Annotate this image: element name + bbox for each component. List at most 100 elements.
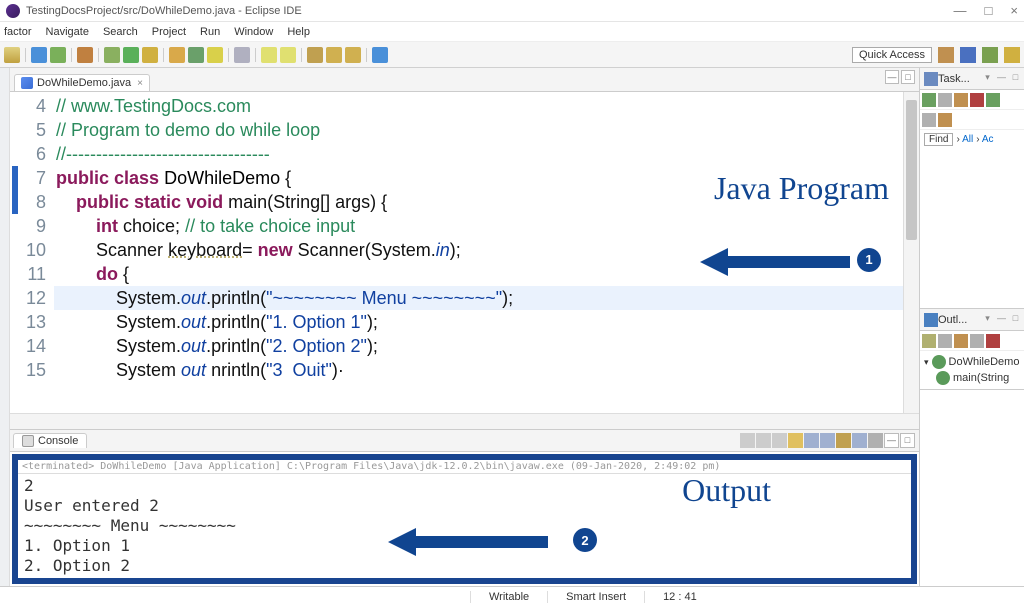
outline-toolbar: [920, 331, 1024, 351]
console-process-line: <terminated> DoWhileDemo [Java Applicati…: [18, 460, 911, 474]
forward-icon[interactable]: [345, 47, 361, 63]
menu-factor[interactable]: factor: [4, 26, 32, 38]
maximize-icon[interactable]: □: [1009, 72, 1022, 85]
java-perspective-icon[interactable]: [960, 47, 976, 63]
outline-item[interactable]: main(String: [924, 370, 1020, 386]
menu-help[interactable]: Help: [287, 26, 310, 38]
right-sidebar: Task... ▾—□ Find › All › Ac: [919, 68, 1024, 586]
menu-run[interactable]: Run: [200, 26, 220, 38]
code-editor[interactable]: 456789101112131415 // www.TestingDocs.co…: [10, 92, 919, 413]
vertical-scrollbar[interactable]: [903, 92, 919, 413]
resource-perspective-icon[interactable]: [1004, 47, 1020, 63]
last-edit-icon[interactable]: [307, 47, 323, 63]
minimize-console-icon[interactable]: —: [884, 433, 899, 448]
close-button[interactable]: ×: [1010, 3, 1018, 18]
scroll-lock-icon[interactable]: [804, 433, 819, 448]
annotation-prev-icon[interactable]: [261, 47, 277, 63]
hide-local-icon[interactable]: [986, 334, 1000, 348]
word-wrap-icon[interactable]: [820, 433, 835, 448]
tab-close-icon[interactable]: ×: [137, 78, 143, 89]
eclipse-icon: [6, 4, 20, 18]
new-icon[interactable]: [4, 47, 20, 63]
coverage-icon[interactable]: [142, 47, 158, 63]
maximize-button[interactable]: □: [985, 3, 993, 18]
maximize-icon[interactable]: □: [1009, 313, 1022, 326]
remove-all-icon[interactable]: [772, 433, 787, 448]
new-task-icon[interactable]: [922, 93, 936, 107]
annotation-next-icon[interactable]: [280, 47, 296, 63]
horizontal-scrollbar[interactable]: [10, 413, 919, 429]
left-trim: [0, 68, 10, 586]
task-list-label: Task...: [938, 73, 970, 85]
tab-console[interactable]: Console: [13, 433, 87, 448]
hide-static-icon[interactable]: [954, 334, 968, 348]
menu-navigate[interactable]: Navigate: [46, 26, 89, 38]
open-perspective-icon[interactable]: [938, 47, 954, 63]
quick-access[interactable]: Quick Access: [852, 47, 932, 63]
console-output-framed: <terminated> DoWhileDemo [Java Applicati…: [12, 454, 917, 584]
debug-icon[interactable]: [104, 47, 120, 63]
categorize-icon[interactable]: [938, 93, 952, 107]
toggle-icon[interactable]: [77, 47, 93, 63]
open-console-icon[interactable]: [868, 433, 883, 448]
separator: [23, 47, 28, 63]
filter-icon[interactable]: [938, 113, 952, 127]
separator: [226, 47, 231, 63]
find-button[interactable]: Find: [924, 133, 953, 146]
menu-search[interactable]: Search: [103, 26, 138, 38]
view-menu-icon[interactable]: ▾: [981, 72, 994, 85]
display-console-icon[interactable]: [852, 433, 867, 448]
console-section: Console — □ <terminated> DoWhile: [10, 429, 919, 586]
synchonize-icon[interactable]: [970, 93, 984, 107]
status-cursor-pos: 12 : 41: [644, 591, 715, 603]
maximize-console-icon[interactable]: □: [900, 433, 915, 448]
outline-label: Outl...: [938, 314, 967, 326]
open-type-icon[interactable]: [207, 47, 223, 63]
focus-icon[interactable]: [986, 93, 1000, 107]
schedule-icon[interactable]: [954, 93, 968, 107]
minimize-icon[interactable]: —: [995, 313, 1008, 326]
window-titlebar: TestingDocsProject/src/DoWhileDemo.java …: [0, 0, 1024, 22]
separator: [299, 47, 304, 63]
pin-console-icon[interactable]: [836, 433, 851, 448]
task-toolbar-2: [920, 110, 1024, 130]
all-link[interactable]: All: [962, 134, 973, 145]
collapse-all-icon[interactable]: [922, 113, 936, 127]
new-class-icon[interactable]: [188, 47, 204, 63]
outline-icon: [924, 313, 938, 327]
search-icon[interactable]: [234, 47, 250, 63]
outline-item-label: DoWhileDemo: [949, 356, 1020, 368]
minimize-icon[interactable]: —: [995, 72, 1008, 85]
sort-icon[interactable]: [922, 334, 936, 348]
hide-nonpublic-icon[interactable]: [970, 334, 984, 348]
tab-label: DoWhileDemo.java: [37, 77, 131, 89]
outline-tab[interactable]: Outl... ▾—□: [920, 309, 1024, 331]
task-toolbar: [920, 90, 1024, 110]
new-package-icon[interactable]: [169, 47, 185, 63]
remove-launch-icon[interactable]: [756, 433, 771, 448]
terminate-all-icon[interactable]: [740, 433, 755, 448]
activate-link[interactable]: Ac: [982, 134, 994, 145]
save-icon[interactable]: [31, 47, 47, 63]
task-list-tab[interactable]: Task... ▾—□: [920, 68, 1024, 90]
minimize-button[interactable]: —: [954, 3, 967, 18]
separator: [69, 47, 74, 63]
back-icon[interactable]: [326, 47, 342, 63]
tab-dowhiledemo[interactable]: DoWhileDemo.java ×: [14, 74, 150, 91]
clear-console-icon[interactable]: [788, 433, 803, 448]
window-title: TestingDocsProject/src/DoWhileDemo.java …: [26, 5, 954, 17]
run-icon[interactable]: [123, 47, 139, 63]
menu-window[interactable]: Window: [234, 26, 273, 38]
hide-fields-icon[interactable]: [938, 334, 952, 348]
minimize-view-icon[interactable]: —: [885, 70, 899, 84]
save-all-icon[interactable]: [50, 47, 66, 63]
method-icon: [936, 371, 950, 385]
outline-item[interactable]: ▾DoWhileDemo: [924, 354, 1020, 370]
class-icon: [932, 355, 946, 369]
console-output[interactable]: 2 User entered 2 ~~~~~~~~ Menu ~~~~~~~~ …: [18, 474, 911, 578]
menu-project[interactable]: Project: [152, 26, 186, 38]
maximize-view-icon[interactable]: □: [901, 70, 915, 84]
view-menu-icon[interactable]: ▾: [981, 313, 994, 326]
debug-perspective-icon[interactable]: [982, 47, 998, 63]
pin-icon[interactable]: [372, 47, 388, 63]
